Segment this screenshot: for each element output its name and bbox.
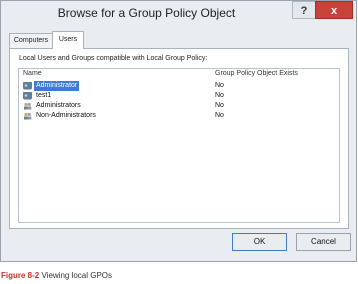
user-icon [23,82,32,90]
group-icon [24,112,32,120]
row-name: Administrator [34,81,80,91]
title-bar: Browse for a Group Policy Object ? x [1,1,356,25]
column-header-gpo-exists[interactable]: Group Policy Object Exists [215,70,298,77]
tab-computers[interactable]: Computers [9,33,53,48]
row-gpo-exists: No [215,92,224,99]
ok-button[interactable]: OK [232,233,287,251]
browse-gpo-dialog: Browse for a Group Policy Object ? x Com… [0,0,357,262]
figure-label: Figure 8-2 [1,271,40,280]
user-icon [23,92,32,100]
row-name: test1 [36,92,52,99]
column-header-name[interactable]: Name [23,70,42,77]
help-button[interactable]: ? [292,1,316,19]
panel-caption: Local Users and Groups compatible with L… [19,55,208,62]
figure-caption: Figure 8-2 Viewing local GPOs [1,271,112,280]
row-name: Non-Administrators [36,112,96,119]
list-item[interactable]: Administrators No [19,101,339,111]
users-groups-list[interactable]: Name Group Policy Object Exists Administ… [18,68,340,223]
tab-users[interactable]: Users [52,31,84,49]
list-item[interactable]: Administrator No [19,81,339,91]
list-item[interactable]: test1 No [19,91,339,101]
row-gpo-exists: No [215,112,224,119]
row-gpo-exists: No [215,82,224,89]
window-title: Browse for a Group Policy Object [57,6,236,20]
row-name: Administrators [36,102,81,109]
list-item[interactable]: Non-Administrators No [19,111,339,121]
row-gpo-exists: No [215,102,224,109]
figure-caption-text: Viewing local GPOs [41,271,113,280]
group-icon [24,102,32,110]
cancel-button[interactable]: Cancel [296,233,351,251]
list-header: Name Group Policy Object Exists [19,69,339,80]
users-tab-panel: Local Users and Groups compatible with L… [9,48,349,229]
close-button[interactable]: x [315,1,353,19]
